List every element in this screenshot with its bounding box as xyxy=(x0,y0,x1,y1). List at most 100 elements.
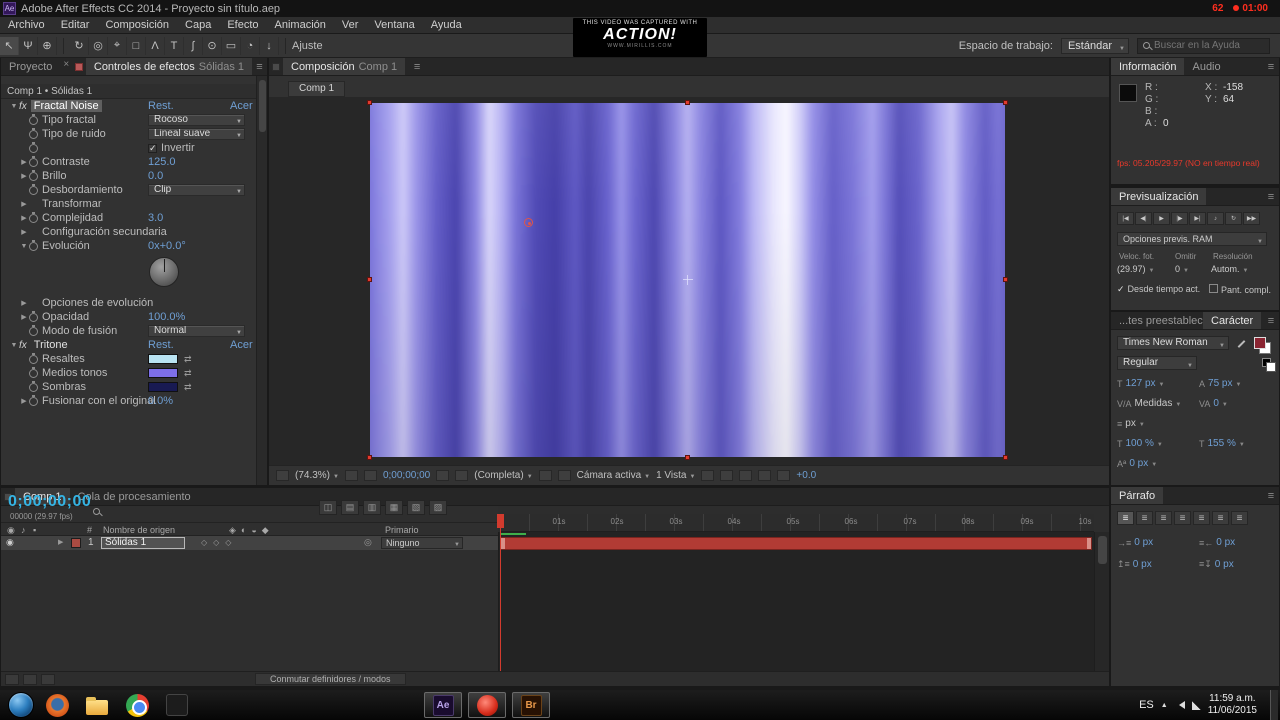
expand-arrow-icon[interactable] xyxy=(19,200,29,208)
play-button[interactable] xyxy=(1153,212,1170,225)
tray-expand-icon[interactable]: ▲ xyxy=(1161,702,1168,709)
layer-visibility-eye-icon[interactable]: ◉ xyxy=(6,537,14,548)
active-camera-dropdown[interactable]: Cámara activa xyxy=(577,470,650,481)
stopwatch-icon[interactable] xyxy=(29,127,38,139)
space-after-field[interactable]: ≡↧ 0 px xyxy=(1199,559,1234,570)
tab-effect-controls[interactable]: Controles de efectos Sólidas 1 xyxy=(85,58,253,75)
panel-menu-icon[interactable] xyxy=(1263,312,1279,329)
selection-tool-icon[interactable] xyxy=(0,36,19,55)
eraser-tool-icon[interactable] xyxy=(222,36,241,55)
resaltes-color-swatch[interactable] xyxy=(148,354,178,364)
collapse-arrow-icon[interactable] xyxy=(19,243,29,250)
fast-preview-icon[interactable] xyxy=(720,470,734,481)
taskbar-media-app[interactable] xyxy=(160,691,194,719)
anchor-point-icon[interactable] xyxy=(682,275,693,285)
hand-tool-icon[interactable] xyxy=(19,36,38,55)
panel-menu-icon[interactable] xyxy=(1263,487,1279,504)
camera-tool-icon[interactable] xyxy=(89,36,108,55)
clock[interactable]: 11:59 a.m. 11/06/2015 xyxy=(1208,693,1257,717)
comp-flowchart-icon[interactable] xyxy=(758,470,772,481)
stopwatch-icon[interactable] xyxy=(29,239,38,251)
taskbar-explorer[interactable] xyxy=(80,691,114,719)
expand-arrow-icon[interactable] xyxy=(19,313,29,321)
timeline-scrollbar[interactable] xyxy=(1094,532,1109,671)
timeline-current-time[interactable]: 0;00;00;00 xyxy=(8,493,91,511)
modo-fusion-dropdown[interactable]: Normal xyxy=(148,325,245,337)
leading-field[interactable]: A 75 px xyxy=(1199,378,1241,389)
stopwatch-icon[interactable] xyxy=(29,155,38,167)
tab-audio[interactable]: Audio xyxy=(1184,58,1228,75)
zoom-tool-icon[interactable] xyxy=(38,36,57,55)
expand-arrow-icon[interactable] xyxy=(19,228,29,236)
first-frame-button[interactable] xyxy=(1117,212,1134,225)
frame-blending-icon[interactable] xyxy=(385,500,403,515)
frame-rate-dropdown[interactable]: (29.97) xyxy=(1117,264,1154,274)
current-time-display[interactable]: 0;00;00;00 xyxy=(383,470,430,481)
invertir-checkbox[interactable] xyxy=(148,143,157,154)
volume-icon[interactable] xyxy=(1175,701,1185,709)
comp-mini-flowchart-icon[interactable] xyxy=(319,500,337,515)
tab-composition[interactable]: Composición Comp 1 xyxy=(283,58,406,75)
menu-archivo[interactable]: Archivo xyxy=(0,17,53,34)
workspace-dropdown[interactable]: Estándar xyxy=(1060,37,1129,57)
stopwatch-icon[interactable] xyxy=(29,352,38,364)
exposure-value[interactable]: +0.0 xyxy=(796,470,816,481)
tab-parrafo[interactable]: Párrafo xyxy=(1111,487,1164,504)
about-link[interactable]: Acer xyxy=(230,339,253,351)
layer-name[interactable]: Sólidas 1 xyxy=(101,537,185,549)
hide-shy-layers-icon[interactable] xyxy=(363,500,381,515)
stopwatch-icon[interactable] xyxy=(29,310,38,322)
collapse-arrow-icon[interactable] xyxy=(9,103,19,110)
expand-arrow-icon[interactable] xyxy=(19,158,29,166)
audio-toggle-button[interactable] xyxy=(1207,212,1224,225)
menu-ventana[interactable]: Ventana xyxy=(366,17,422,34)
selection-handle[interactable] xyxy=(367,277,372,282)
tab-proyecto[interactable]: Proyecto xyxy=(1,58,60,75)
snapshot-icon[interactable] xyxy=(436,470,450,481)
parent-pickwhip-icon[interactable]: ◎ xyxy=(364,537,372,548)
skip-dropdown[interactable]: 0 xyxy=(1175,264,1189,274)
previous-frame-button[interactable] xyxy=(1135,212,1152,225)
stopwatch-icon[interactable] xyxy=(29,169,38,181)
panel-menu-icon[interactable] xyxy=(409,58,425,75)
selection-handle[interactable] xyxy=(367,455,372,460)
resolution-dropdown[interactable]: (Completa) xyxy=(474,470,532,481)
time-ruler[interactable]: 01s 02s 03s 04s 05s 06s 07s 08s 09s 10s xyxy=(500,514,1094,532)
menu-ver[interactable]: Ver xyxy=(334,17,367,34)
tsume-field[interactable]: ≡ px xyxy=(1117,418,1145,429)
pan-behind-tool-icon[interactable] xyxy=(108,36,127,55)
mask-toggle-icon[interactable] xyxy=(363,470,377,481)
tab-caracter[interactable]: Carácter xyxy=(1203,312,1262,329)
graph-editor-icon[interactable] xyxy=(429,500,447,515)
panel-menu-icon[interactable] xyxy=(252,58,267,75)
expand-inout-columns-icon[interactable] xyxy=(41,673,55,685)
help-search-input[interactable] xyxy=(1154,40,1264,51)
font-size-field[interactable]: T 127 px xyxy=(1117,378,1164,389)
effect-name[interactable]: Fractal Noise xyxy=(30,100,102,112)
stopwatch-icon[interactable] xyxy=(29,324,38,336)
expand-layer-switches-icon[interactable] xyxy=(5,673,19,685)
last-frame-button[interactable] xyxy=(1189,212,1206,225)
rotation-tool-icon[interactable] xyxy=(70,36,89,55)
panel-grip-icon[interactable] xyxy=(272,62,280,71)
expand-transfer-controls-icon[interactable] xyxy=(23,673,37,685)
selection-handle[interactable] xyxy=(1003,100,1008,105)
stopwatch-icon[interactable] xyxy=(29,183,38,195)
panel-menu-icon[interactable] xyxy=(1263,58,1279,75)
stopwatch-icon[interactable] xyxy=(29,211,38,223)
contraste-value[interactable]: 125.0 xyxy=(148,156,176,168)
align-left-button[interactable] xyxy=(1117,511,1134,525)
taskbar-after-effects[interactable]: Ae xyxy=(424,692,462,718)
collapse-arrow-icon[interactable] xyxy=(9,342,19,349)
resolution-preview-dropdown[interactable]: Autom. xyxy=(1211,264,1248,274)
tab-informacion[interactable]: Información xyxy=(1111,58,1185,75)
parent-dropdown[interactable]: Ninguno xyxy=(381,537,463,550)
menu-editar[interactable]: Editar xyxy=(53,17,98,34)
pen-tool-icon[interactable] xyxy=(146,36,165,55)
eyedropper-icon[interactable] xyxy=(1237,339,1247,349)
fill-stroke-mini-icon[interactable] xyxy=(1262,358,1276,372)
baseline-shift-field[interactable]: Aª 0 px xyxy=(1117,458,1157,469)
menu-capa[interactable]: Capa xyxy=(177,17,219,34)
justify-last-center-button[interactable] xyxy=(1193,511,1210,525)
opacidad-value[interactable]: 100.0% xyxy=(148,311,185,323)
